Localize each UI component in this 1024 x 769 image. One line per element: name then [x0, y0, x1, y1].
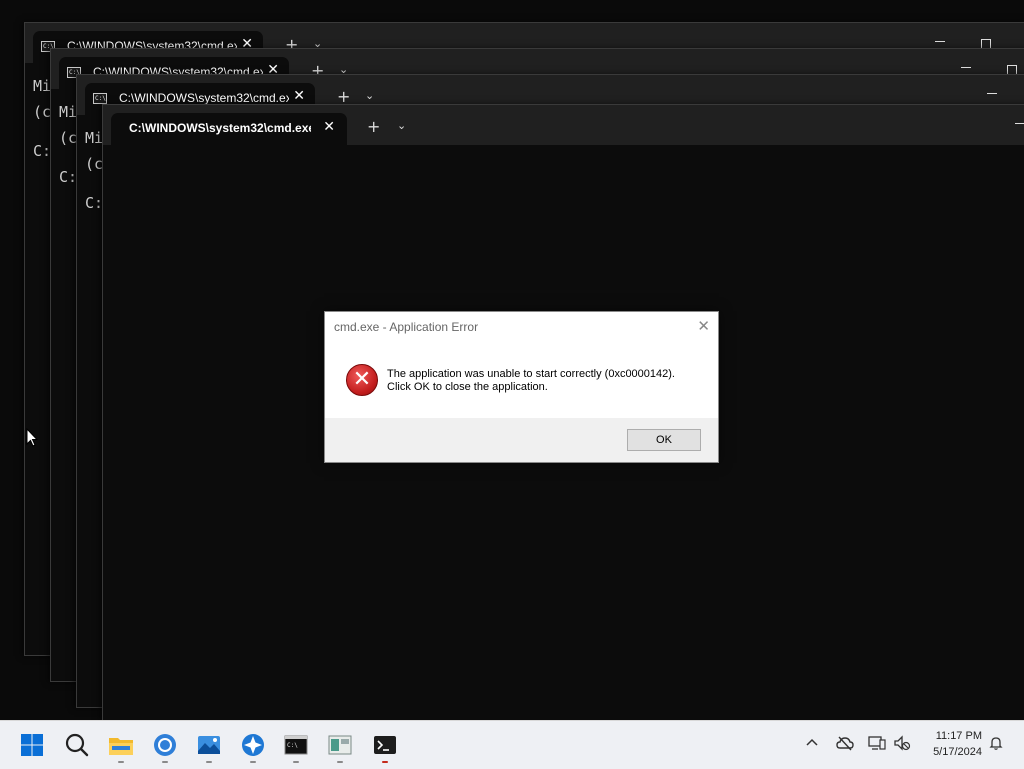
- tab-close-icon[interactable]: ✕: [293, 88, 305, 104]
- dialog-title: cmd.exe - Application Error: [334, 320, 479, 334]
- dialog-title-bar[interactable]: cmd.exe - Application Error ✕: [325, 312, 718, 342]
- console-output: Mi (c C:: [33, 73, 51, 164]
- console-line: Mi: [59, 103, 78, 121]
- new-tab-button[interactable]: +: [367, 119, 380, 135]
- taskbar-app-file-explorer[interactable]: [103, 727, 139, 763]
- tab-close-icon[interactable]: ✕: [323, 119, 335, 135]
- console-output: Mi (c C:: [59, 99, 77, 190]
- console-line: C:: [33, 142, 52, 160]
- notification-bell-icon[interactable]: [988, 735, 1004, 751]
- minimize-icon[interactable]: [935, 41, 945, 42]
- new-tab-button[interactable]: +: [337, 89, 350, 105]
- system-clock[interactable]: 11:17 PM 5/17/2024: [920, 728, 982, 760]
- photos-icon: [198, 736, 220, 754]
- tab-title: C:\WINDOWS\system32\cmd.exe: [119, 91, 289, 105]
- taskbar-app-chrome[interactable]: [147, 727, 183, 763]
- title-bar[interactable]: C:\WINDOWS\system32\cmd.exe ✕ + ⌄: [103, 105, 1024, 145]
- minimize-icon[interactable]: [1015, 123, 1024, 124]
- onedrive-offline-icon[interactable]: [836, 735, 854, 751]
- minimize-icon[interactable]: [987, 93, 997, 94]
- error-x-glyph: ✕: [352, 367, 372, 392]
- taskbar: C:\ 11:17 PM 5/17/2024: [0, 720, 1024, 769]
- taskbar-app-cmd[interactable]: C:\: [278, 727, 314, 763]
- taskbar-app-star[interactable]: [235, 727, 271, 763]
- active-indicator: [382, 761, 388, 763]
- tab-dropdown-icon[interactable]: ⌄: [365, 89, 374, 102]
- window-app-icon: [328, 735, 352, 755]
- terminal-icon: [374, 736, 396, 754]
- message-line: Click OK to close the application.: [387, 381, 548, 393]
- cmd-icon: C:\: [284, 735, 308, 755]
- mouse-cursor-icon: [26, 428, 38, 447]
- running-indicator: [162, 761, 168, 763]
- show-hidden-icons-chevron-icon[interactable]: [805, 735, 819, 749]
- star-app-icon: [242, 734, 264, 756]
- volume-muted-icon[interactable]: [893, 735, 911, 751]
- clock-time: 11:17 PM: [935, 730, 982, 742]
- search-button[interactable]: [59, 727, 95, 763]
- running-indicator: [293, 761, 299, 763]
- error-icon: ✕: [346, 364, 378, 396]
- dialog-close-icon[interactable]: ✕: [697, 317, 710, 335]
- console-line: (c: [33, 103, 52, 121]
- console-line: C:: [59, 168, 78, 186]
- console-line: Mi: [33, 77, 52, 95]
- tab-dropdown-icon[interactable]: ⌄: [397, 119, 406, 132]
- terminal-tab[interactable]: C:\WINDOWS\system32\cmd.exe ✕: [111, 113, 347, 145]
- dialog-message: The application was unable to start corr…: [387, 368, 675, 394]
- network-icon[interactable]: [868, 735, 886, 751]
- console-output: Mi (c C:: [85, 125, 103, 216]
- running-indicator: [206, 761, 212, 763]
- console-line: (c: [59, 129, 78, 147]
- ok-button[interactable]: OK: [627, 429, 701, 451]
- desktop: C:\ C:\WINDOWS\system32\cmd.exe ✕ + ⌄ Mi…: [0, 0, 1024, 720]
- start-button[interactable]: [14, 727, 50, 763]
- search-icon: [65, 733, 89, 757]
- message-line: The application was unable to start corr…: [387, 368, 675, 380]
- folder-icon: [109, 738, 133, 755]
- clock-date: 5/17/2024: [933, 746, 982, 758]
- dialog-body: ✕ The application was unable to start co…: [325, 342, 718, 418]
- chrome-icon: [154, 734, 176, 756]
- taskbar-app-window[interactable]: [322, 727, 358, 763]
- cmd-icon: C:\: [93, 93, 107, 104]
- windows-logo-icon: [21, 734, 43, 756]
- minimize-icon[interactable]: [961, 67, 971, 68]
- running-indicator: [118, 761, 124, 763]
- console-line: (c: [85, 155, 104, 173]
- application-error-dialog[interactable]: cmd.exe - Application Error ✕ ✕ The appl…: [324, 311, 719, 463]
- running-indicator: [337, 761, 343, 763]
- taskbar-app-photos[interactable]: [191, 727, 227, 763]
- console-line: C:: [85, 194, 104, 212]
- tab-title: C:\WINDOWS\system32\cmd.exe: [129, 121, 311, 135]
- svg-text:C:\: C:\: [287, 742, 298, 749]
- console-line: Mi: [85, 129, 104, 147]
- running-indicator: [250, 761, 256, 763]
- taskbar-app-terminal[interactable]: [367, 727, 403, 763]
